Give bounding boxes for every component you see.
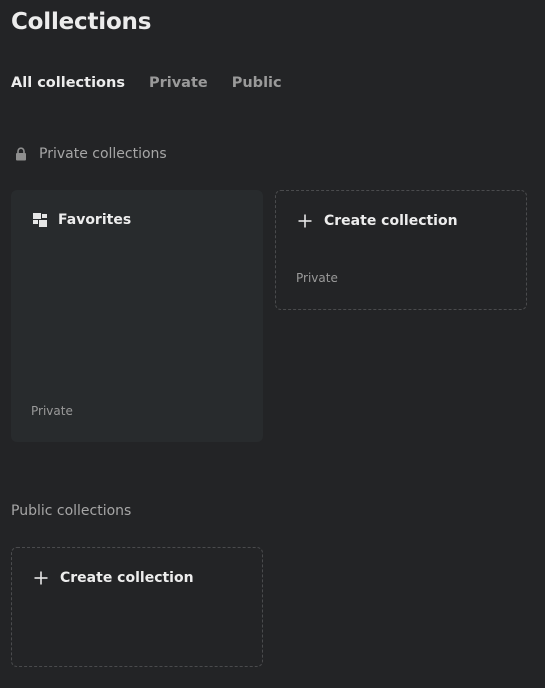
favorites-card-header: Favorites: [33, 212, 131, 228]
create-private-collection-label: Create collection: [324, 213, 458, 229]
page-title: Collections: [11, 9, 152, 35]
plus-icon: [298, 214, 312, 228]
tab-private[interactable]: Private: [149, 75, 208, 91]
collections-page: Collections All collections Private Publ…: [0, 0, 545, 688]
favorites-collection-card[interactable]: Favorites Private: [11, 190, 263, 442]
public-collections-heading: Public collections: [11, 503, 131, 519]
create-private-collection-button[interactable]: Create collection: [298, 213, 458, 229]
create-public-collection-button[interactable]: Create collection: [34, 570, 194, 586]
create-private-collection-visibility: Private: [296, 271, 338, 285]
favorites-grid-icon: [33, 213, 47, 227]
collection-tabs: All collections Private Public: [11, 75, 306, 91]
lock-icon: [15, 147, 27, 161]
plus-icon: [34, 571, 48, 585]
tab-public[interactable]: Public: [232, 75, 282, 91]
favorites-card-visibility: Private: [31, 404, 73, 418]
create-public-collection-card[interactable]: Create collection: [11, 547, 263, 667]
tab-all-collections[interactable]: All collections: [11, 75, 125, 91]
public-collections-label: Public collections: [11, 503, 132, 519]
private-collections-label: Private collections: [39, 146, 167, 162]
create-public-collection-label: Create collection: [60, 570, 194, 586]
private-collections-heading: Private collections: [15, 146, 167, 162]
create-private-collection-card[interactable]: Create collection Private: [275, 190, 527, 310]
favorites-card-title: Favorites: [58, 212, 132, 228]
